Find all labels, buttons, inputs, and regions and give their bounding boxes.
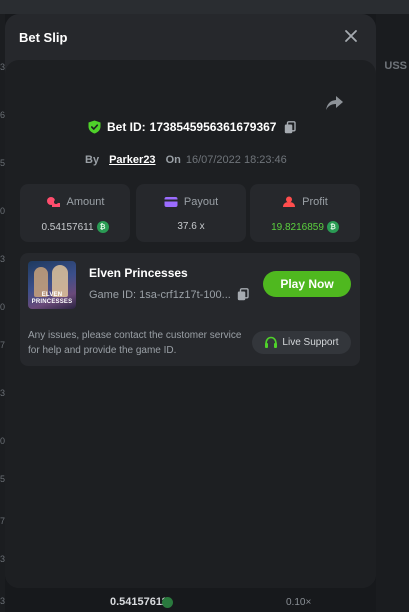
bet-id-value: 1738545956361679367 — [149, 120, 277, 134]
stat-header: Profit — [250, 196, 360, 208]
bet-slip-modal: Bet Slip Bet ID: 1738545956361679367 By … — [5, 14, 376, 588]
modal-title: Bet Slip — [19, 30, 68, 45]
modal-header: Bet Slip — [5, 14, 376, 60]
coin-icon: ₿ — [326, 221, 339, 233]
game-card: ELVEN PRINCESSES Elven Princesses Game I… — [20, 253, 360, 366]
game-id-value: Game ID: 1sa-crf1z17t-100... — [89, 288, 231, 301]
background-right-edge — [376, 14, 409, 612]
stat-value: 37.6 x — [136, 221, 246, 232]
profit-value: 19.8216859 — [271, 221, 324, 233]
card-icon — [164, 197, 178, 207]
background-currency-label: USS — [384, 60, 407, 72]
support-text: Any issues, please contact the customer … — [28, 330, 242, 356]
game-thumbnail-logo: ELVEN PRINCESSES — [31, 292, 73, 305]
stat-value: 0.54157611 ₿ — [20, 221, 130, 233]
bet-id-label: Bet ID: — [107, 120, 146, 134]
modal-body: Bet ID: 1738545956361679367 By Parker23 … — [5, 60, 376, 588]
bet-date: 16/07/2022 18:23:46 — [185, 154, 287, 166]
stat-card-amount: Amount 0.54157611 ₿ — [20, 184, 130, 242]
stat-label: Profit — [302, 196, 328, 208]
background-top-strip — [0, 0, 409, 14]
live-support-button[interactable]: Live Support — [252, 331, 351, 354]
stat-value: 19.8216859 ₿ — [250, 221, 360, 233]
on-label: On — [165, 154, 181, 166]
share-icon — [326, 96, 343, 110]
bet-meta-row: By Parker23 On 16/07/2022 18:23:46 — [85, 152, 287, 168]
amount-value: 0.54157611 — [41, 221, 94, 233]
live-support-label: Live Support — [282, 337, 339, 348]
stat-card-payout: Payout 37.6 x — [136, 184, 246, 242]
bet-id-row: Bet ID: 1738545956361679367 — [88, 119, 297, 135]
headset-icon — [265, 336, 278, 348]
background-bet-amount: 0.54157611 — [110, 596, 168, 608]
game-thumbnail[interactable]: ELVEN PRINCESSES — [28, 261, 76, 309]
payout-value: 37.6 x — [177, 221, 205, 232]
player-name-link[interactable]: Parker23 — [109, 154, 156, 166]
background-edge-number: 3 — [0, 596, 6, 606]
profit-icon — [283, 196, 296, 207]
coin-icon — [162, 597, 173, 608]
coins-icon — [46, 197, 60, 207]
coin-icon: ₿ — [96, 221, 109, 233]
stat-header: Amount — [20, 196, 130, 208]
stat-header: Payout — [136, 196, 246, 208]
stat-card-profit: Profit 19.8216859 ₿ — [250, 184, 360, 242]
share-button[interactable] — [323, 93, 345, 113]
play-now-button[interactable]: Play Now — [263, 271, 351, 297]
stat-label: Amount — [66, 196, 105, 208]
game-id-row: Game ID: 1sa-crf1z17t-100... — [89, 288, 249, 301]
copy-icon[interactable] — [237, 288, 249, 301]
shield-check-icon — [88, 120, 101, 134]
game-name: Elven Princesses — [89, 266, 188, 280]
copy-icon[interactable] — [284, 120, 297, 134]
by-label: By — [85, 154, 100, 166]
stat-label: Payout — [183, 196, 219, 208]
close-icon — [345, 30, 357, 42]
background-multiplier: 0.10× — [286, 597, 312, 608]
close-button[interactable] — [341, 26, 361, 46]
